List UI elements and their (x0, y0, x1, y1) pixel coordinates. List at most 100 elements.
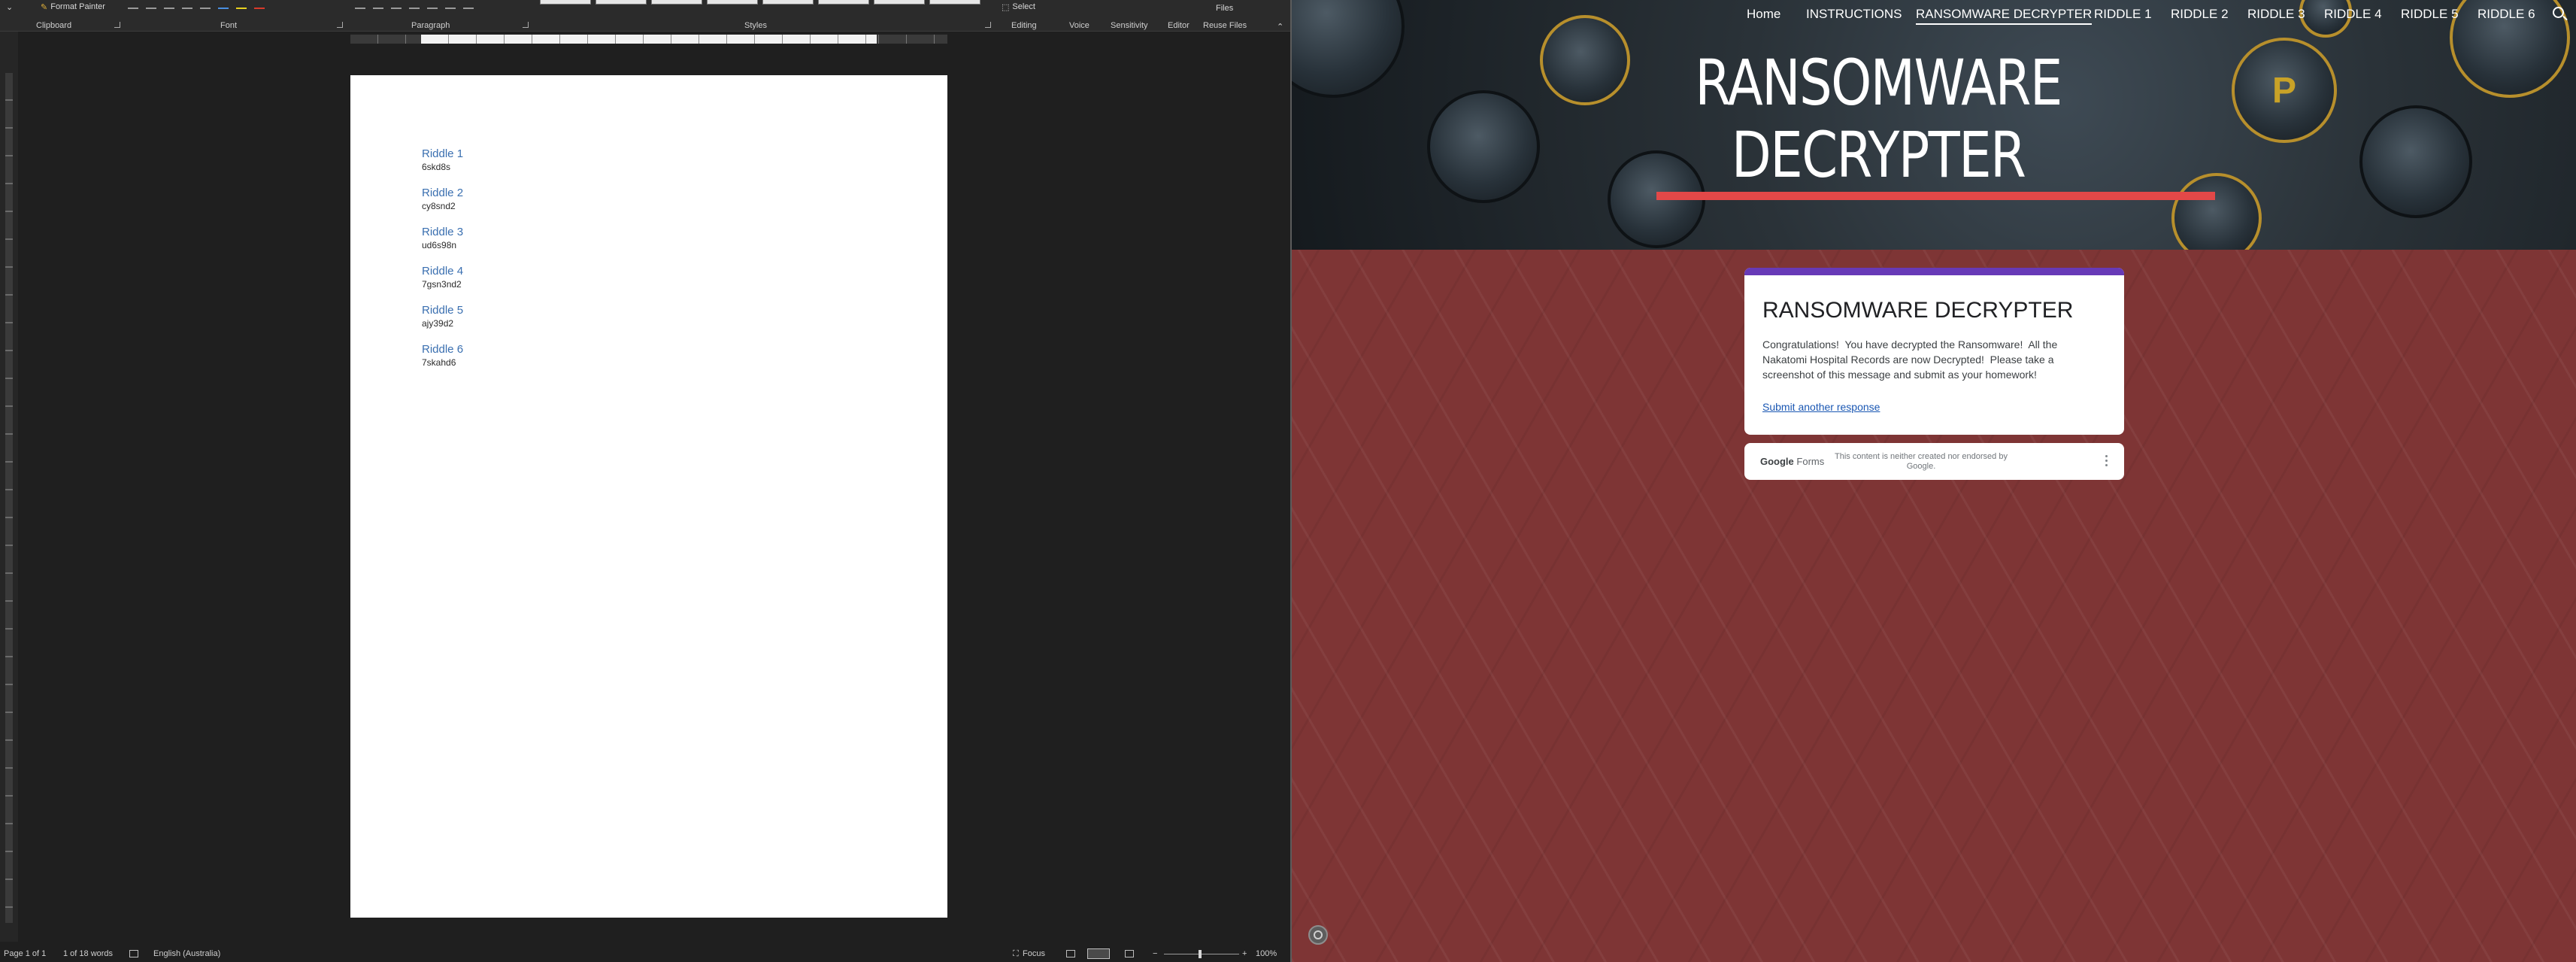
site-nav: Home INSTRUCTIONS RANSOMWARE DECRYPTER R… (1292, 0, 2576, 29)
zoom-slider-thumb[interactable] (1199, 950, 1202, 958)
google-forms-logo[interactable]: Google Forms (1760, 456, 1824, 467)
text-effects-icon[interactable] (218, 3, 229, 9)
underline-icon[interactable] (164, 3, 174, 9)
focus-button[interactable]: Focus (1023, 949, 1045, 958)
hero-title: RANSOMWARE DECRYPTER (1695, 46, 2062, 192)
nav-riddle-4[interactable]: RIDDLE 4 (2324, 7, 2382, 22)
riddle-code: 7skahd6 (422, 357, 456, 368)
search-icon[interactable] (2553, 7, 2564, 18)
nav-riddle-6[interactable]: RIDDLE 6 (2478, 7, 2535, 22)
typewriter-key-image: P (2232, 38, 2337, 143)
group-voice: Voice (1069, 21, 1089, 30)
font-color-icon[interactable] (254, 3, 265, 9)
group-sensitivity: Sensitivity (1111, 21, 1148, 30)
google-forms-logo-google: Google (1760, 456, 1794, 467)
style-thumb[interactable] (596, 0, 647, 5)
riddle-entry: Riddle 4 7gsn3nd2 (422, 265, 463, 290)
style-gallery[interactable] (540, 0, 980, 5)
highlight-icon[interactable] (236, 3, 247, 9)
style-thumb[interactable] (929, 0, 980, 5)
group-editor: Editor (1168, 21, 1190, 30)
nav-ransomware-decrypter[interactable]: RANSOMWARE DECRYPTER (1916, 7, 2093, 25)
riddle-entry: Riddle 3 ud6s98n (422, 226, 463, 251)
align-left-icon[interactable] (355, 3, 365, 9)
web-layout-icon[interactable] (1125, 950, 1134, 957)
riddle-code: cy8snd2 (422, 201, 456, 211)
chevron-down-icon[interactable]: ⌄ (6, 0, 13, 14)
style-thumb[interactable] (874, 0, 925, 5)
borders-icon[interactable] (463, 3, 474, 9)
google-forms-footer: Google Forms This content is neither cre… (1744, 443, 2124, 480)
zoom-out-icon[interactable]: − (1153, 949, 1157, 958)
more-vert-icon[interactable] (2105, 455, 2108, 467)
files-label[interactable]: Files (1216, 2, 1233, 15)
google-forms-logo-forms: Forms (1796, 456, 1825, 467)
font-launcher-icon[interactable] (337, 22, 343, 28)
form-title: RANSOMWARE DECRYPTER (1762, 298, 2074, 323)
justify-icon[interactable] (409, 3, 420, 9)
language-indicator[interactable]: English (Australia) (153, 949, 220, 958)
subscript-icon[interactable] (200, 3, 211, 9)
group-clipboard: Clipboard (36, 21, 72, 30)
google-disclaimer: This content is neither created nor endo… (1835, 452, 2008, 471)
collapse-ribbon-icon[interactable]: ⌃ (1277, 20, 1283, 33)
proofing-icon[interactable] (129, 950, 138, 957)
strikethrough-icon[interactable] (182, 3, 192, 9)
page-count[interactable]: Page 1 of 1 (4, 949, 46, 958)
font-format-tools[interactable] (128, 0, 265, 12)
format-painter-label: Format Painter (50, 2, 105, 11)
riddle-entry: Riddle 1 6skd8s (422, 147, 463, 173)
form-confirmation-card: RANSOMWARE DECRYPTER Congratulations! Yo… (1744, 268, 2124, 435)
style-thumb[interactable] (762, 0, 814, 5)
typewriter-key-image (1427, 90, 1540, 203)
style-thumb[interactable] (818, 0, 869, 5)
clipboard-launcher-icon[interactable] (114, 22, 120, 28)
bold-icon[interactable] (128, 3, 138, 9)
italic-icon[interactable] (146, 3, 156, 9)
paragraph-tools[interactable] (355, 0, 474, 12)
typewriter-key-image (2171, 173, 2262, 250)
styles-launcher-icon[interactable] (985, 22, 991, 28)
riddle-entry: Riddle 6 7skahd6 (422, 343, 463, 369)
select-button[interactable]: ⬚ Select (1002, 0, 1035, 14)
zoom-in-icon[interactable]: + (1242, 949, 1247, 958)
nav-home[interactable]: Home (1747, 7, 1780, 22)
group-font: Font (220, 21, 238, 30)
submit-another-response-link[interactable]: Submit another response (1762, 401, 1880, 413)
style-thumb[interactable] (540, 0, 591, 5)
ribbon: ⌄ ✎ Format Painter ⬚ Select Files Clipbo… (0, 0, 1292, 32)
nav-riddle-2[interactable]: RIDDLE 2 (2171, 7, 2229, 22)
align-right-icon[interactable] (391, 3, 402, 9)
style-thumb[interactable] (651, 0, 702, 5)
form-confirmation-message: Congratulations! You have decrypted the … (1762, 338, 2061, 381)
focus-icon[interactable]: ⛶ (1013, 949, 1019, 959)
format-painter-icon: ✎ (41, 2, 48, 12)
horizontal-ruler[interactable] (350, 35, 947, 44)
group-styles: Styles (744, 21, 767, 30)
align-center-icon[interactable] (373, 3, 383, 9)
nav-riddle-3[interactable]: RIDDLE 3 (2247, 7, 2305, 22)
group-editing: Editing (1011, 21, 1037, 30)
riddle-heading: Riddle 1 (422, 147, 464, 160)
nav-instructions[interactable]: INSTRUCTIONS (1806, 7, 1902, 22)
riddle-heading: Riddle 2 (422, 187, 464, 199)
zoom-level[interactable]: 100% (1256, 949, 1277, 958)
riddle-heading: Riddle 3 (422, 226, 464, 238)
document-page[interactable]: Riddle 1 6skd8s Riddle 2 cy8snd2 Riddle … (350, 75, 947, 918)
print-layout-icon[interactable] (1087, 948, 1110, 959)
style-thumb[interactable] (707, 0, 758, 5)
riddle-code: ud6s98n (422, 240, 457, 250)
select-label: Select (1012, 2, 1035, 11)
website: P Home INSTRUCTIONS RANSOMWARE DECRYPTER… (1292, 0, 2576, 962)
nav-riddle-1[interactable]: RIDDLE 1 (2094, 7, 2152, 22)
format-painter-button[interactable]: ✎ Format Painter (41, 0, 105, 14)
line-spacing-icon[interactable] (427, 3, 438, 9)
word-count[interactable]: 1 of 18 words (63, 949, 113, 958)
nav-riddle-5[interactable]: RIDDLE 5 (2401, 7, 2459, 22)
paragraph-launcher-icon[interactable] (523, 22, 529, 28)
typewriter-key-image (1540, 15, 1630, 105)
info-icon[interactable] (1308, 925, 1328, 945)
read-mode-icon[interactable] (1066, 950, 1075, 957)
shading-icon[interactable] (445, 3, 456, 9)
riddle-heading: Riddle 5 (422, 304, 464, 317)
